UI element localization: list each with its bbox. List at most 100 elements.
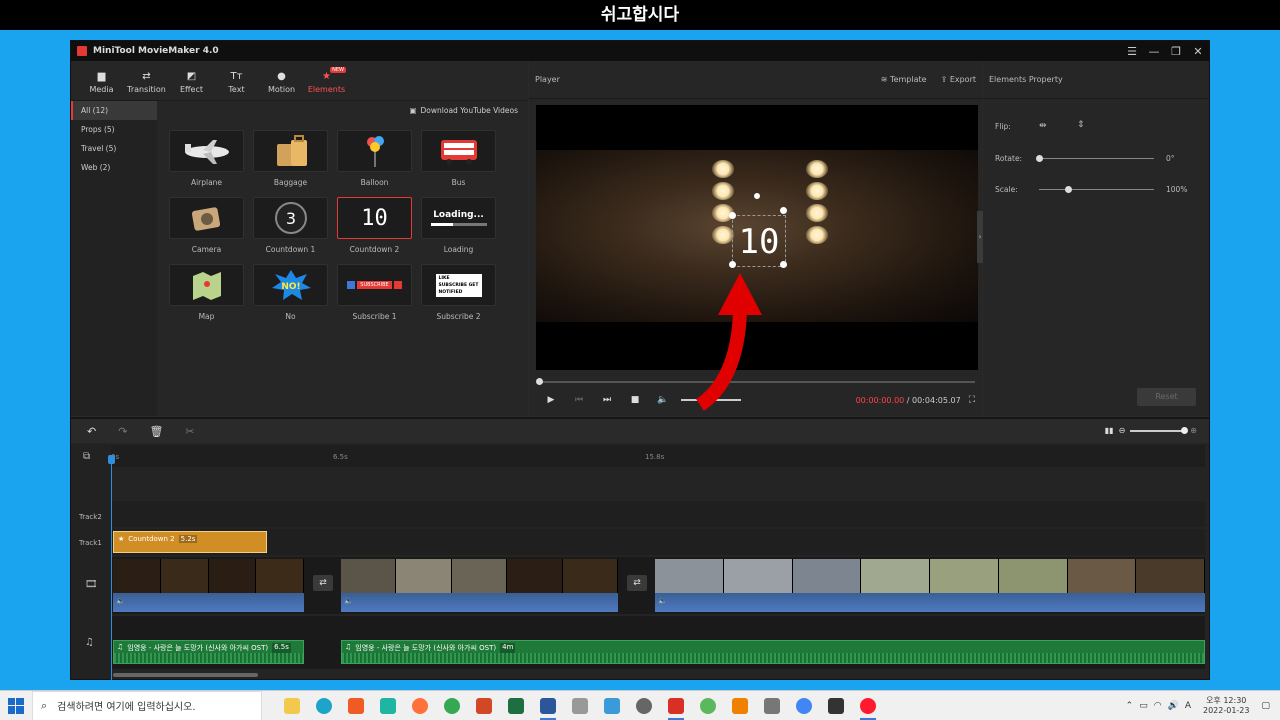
progress-knob[interactable] <box>536 378 543 385</box>
element-loading[interactable]: Loading... Loading <box>421 197 496 254</box>
video-clip-3[interactable]: 🔈 <box>655 559 1205 612</box>
play-icon[interactable]: ▶ <box>537 395 565 405</box>
tool-transition[interactable]: ⇄ Transition <box>124 71 169 100</box>
ime-indicator[interactable]: A <box>1185 701 1191 711</box>
speaker-icon[interactable]: 🔊 <box>1168 701 1179 711</box>
element-map[interactable]: Map <box>169 264 244 321</box>
taskbar-print[interactable] <box>756 691 788 720</box>
element-subscribe-2[interactable]: LIKE SUBSCRIBE GET NOTIFIED Subscribe 2 <box>421 264 496 321</box>
scale-knob[interactable] <box>1064 186 1072 193</box>
element-overlay[interactable]: 10 <box>732 215 786 267</box>
taskbar-excel[interactable] <box>500 691 532 720</box>
delete-icon[interactable]: 🗑 <box>149 425 163 438</box>
top-handle[interactable] <box>754 193 760 199</box>
minimize-icon[interactable]: — <box>1143 45 1165 58</box>
taskbar-remote[interactable] <box>596 691 628 720</box>
zoom-in-icon[interactable]: ⊕ <box>1190 426 1197 435</box>
template-button[interactable]: ≋ Template <box>881 75 927 84</box>
transition-slot[interactable]: ⇄ <box>627 575 647 591</box>
taskbar-edge[interactable] <box>308 691 340 720</box>
notification-icon[interactable]: ▢ <box>1261 701 1270 711</box>
element-countdown-1[interactable]: 3 Countdown 1 <box>253 197 328 254</box>
category-web[interactable]: Web (2) <box>71 158 157 177</box>
split-icon[interactable]: ✂ <box>185 425 194 438</box>
resize-handle[interactable] <box>729 212 736 219</box>
wifi-icon[interactable]: ◠ <box>1154 701 1162 711</box>
taskbar-brave[interactable] <box>340 691 372 720</box>
category-travel[interactable]: Travel (5) <box>71 139 157 158</box>
menu-icon[interactable]: ☰ <box>1121 45 1143 58</box>
taskbar-word[interactable] <box>532 691 564 720</box>
flip-vertical-icon[interactable]: ⇕ <box>1077 120 1085 130</box>
timeline-scrollbar[interactable] <box>113 673 258 677</box>
tool-media[interactable]: ▆ Media <box>79 71 124 100</box>
tool-text[interactable]: Tт Text <box>214 71 259 100</box>
element-countdown-2[interactable]: 10 Countdown 2 <box>337 197 412 254</box>
taskbar-se[interactable] <box>660 691 692 720</box>
rotate-slider[interactable] <box>1039 158 1154 159</box>
audio-clip-1[interactable]: ♫ 임영웅 - 사랑은 늘 도망가 (신사와 아가씨 OST) 6.5s <box>113 640 304 664</box>
prev-frame-icon[interactable]: ⏮ <box>565 395 593 405</box>
taskbar-calculator[interactable] <box>564 691 596 720</box>
start-button[interactable] <box>0 691 32 720</box>
scale-slider[interactable] <box>1039 189 1154 190</box>
undo-icon[interactable]: ↶ <box>87 425 96 438</box>
zoom-out-icon[interactable]: ⊖ <box>1119 426 1126 435</box>
rotate-handle[interactable] <box>780 207 787 214</box>
taskbar-powerpoint[interactable] <box>468 691 500 720</box>
taskbar-app[interactable] <box>372 691 404 720</box>
tool-effect[interactable]: ◩ Effect <box>169 71 214 100</box>
taskbar-search[interactable]: ⌕ 검색하려면 여기에 입력하십시오. <box>32 690 262 720</box>
taskbar-search-app[interactable] <box>628 691 660 720</box>
element-clip[interactable]: ★ Countdown 2 5.2s <box>113 531 267 553</box>
reset-button[interactable]: Reset <box>1137 388 1196 406</box>
close-icon[interactable]: ✕ <box>1187 45 1209 58</box>
flip-horizontal-icon[interactable]: ⇹ <box>1039 121 1047 131</box>
element-baggage[interactable]: Baggage <box>253 130 328 187</box>
tray-chevron-icon[interactable]: ⌃ <box>1126 701 1134 711</box>
tool-motion[interactable]: ● Motion <box>259 71 304 100</box>
download-youtube-link[interactable]: ▣ Download YouTube Videos <box>409 106 518 115</box>
mute-icon[interactable]: 🔈 <box>658 597 667 605</box>
redo-icon[interactable]: ↷ <box>118 425 127 438</box>
video-clip-1[interactable]: 🔈 <box>113 559 304 612</box>
track1-lane[interactable] <box>111 529 1205 555</box>
taskbar-opera[interactable] <box>852 691 884 720</box>
playhead[interactable] <box>111 455 112 681</box>
fit-timeline-icon[interactable]: ▮▮ <box>1105 426 1114 435</box>
track2-lane[interactable] <box>111 501 1205 527</box>
mute-icon[interactable]: 🔈 <box>344 597 353 605</box>
element-subscribe-1[interactable]: SUBSCRIBE Subscribe 1 <box>337 264 412 321</box>
taskbar-vlc[interactable] <box>724 691 756 720</box>
element-no[interactable]: NO! No <box>253 264 328 321</box>
taskbar-green-app[interactable] <box>692 691 724 720</box>
category-props[interactable]: Props (5) <box>71 120 157 139</box>
collapse-icon[interactable]: › <box>977 211 983 263</box>
category-all[interactable]: All (12) <box>71 101 157 120</box>
rotate-knob[interactable] <box>1036 155 1043 162</box>
zoom-slider[interactable] <box>1130 426 1189 434</box>
element-airplane[interactable]: Airplane <box>169 130 244 187</box>
taskbar-file-explorer[interactable] <box>276 691 308 720</box>
taskbar-chrome[interactable] <box>436 691 468 720</box>
time-ruler[interactable]: 0s 6.5s 15.8s <box>111 445 1205 467</box>
add-track-icon[interactable]: ⧉ <box>83 451 90 462</box>
maximize-icon[interactable]: ❐ <box>1165 45 1187 58</box>
mute-icon[interactable]: 🔈 <box>116 597 125 605</box>
audio-clip-2[interactable]: ♫ 임영웅 - 사랑은 늘 도망가 (신사와 아가씨 OST) 4m <box>341 640 1205 664</box>
fullscreen-icon[interactable]: ⛶ <box>969 395 975 405</box>
taskbar-chrome-2[interactable] <box>788 691 820 720</box>
element-camera[interactable]: Camera <box>169 197 244 254</box>
transition-slot[interactable]: ⇄ <box>313 575 333 591</box>
clock[interactable]: 오후 12:30 2022-01-23 <box>1203 696 1250 716</box>
playhead-knob[interactable] <box>108 455 115 464</box>
element-balloon[interactable]: Balloon <box>337 130 412 187</box>
next-frame-icon[interactable]: ⏭ <box>593 395 621 405</box>
tool-elements[interactable]: NEW ★ Elements <box>304 67 349 100</box>
battery-icon[interactable]: ▭ <box>1139 701 1148 711</box>
element-bus[interactable]: Bus <box>421 130 496 187</box>
taskbar-notes[interactable] <box>820 691 852 720</box>
video-clip-2[interactable]: 🔈 <box>341 559 618 612</box>
export-button[interactable]: ⇪ Export <box>941 75 976 84</box>
taskbar-firefox[interactable] <box>404 691 436 720</box>
